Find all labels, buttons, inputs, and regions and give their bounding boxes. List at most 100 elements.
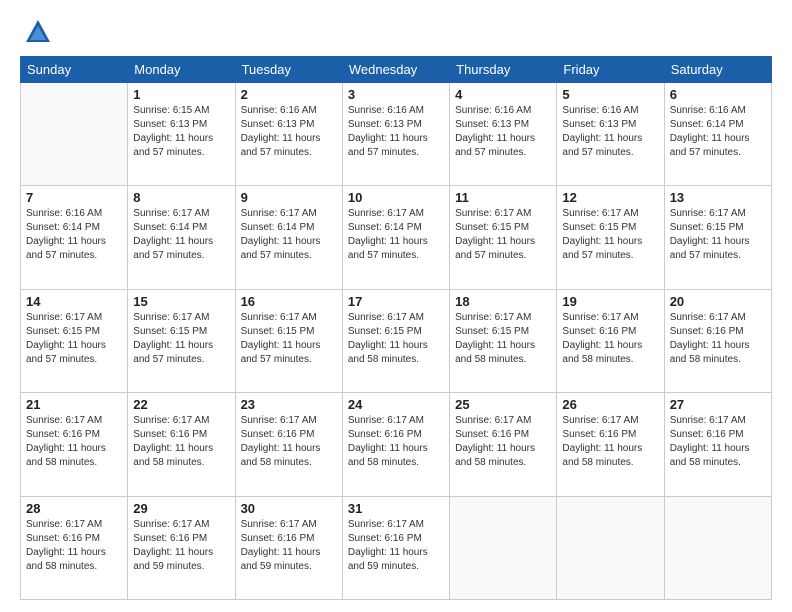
- day-info: Sunrise: 6:16 AMSunset: 6:13 PMDaylight:…: [241, 104, 337, 160]
- day-info: Sunrise: 6:17 AMSunset: 6:15 PMDaylight:…: [241, 311, 337, 367]
- day-info: Sunrise: 6:17 AMSunset: 6:15 PMDaylight:…: [455, 207, 551, 263]
- day-number: 27: [670, 397, 766, 412]
- day-number: 5: [562, 87, 658, 102]
- calendar-cell: 16 Sunrise: 6:17 AMSunset: 6:15 PMDayligh…: [235, 289, 342, 392]
- calendar-cell: 30 Sunrise: 6:17 AMSunset: 6:16 PMDayligh…: [235, 496, 342, 599]
- calendar-cell: 19Sunrise: 6:17 AMSunset: 6:16 PMDayligh…: [557, 289, 664, 392]
- calendar-cell: 1 Sunrise: 6:15 AMSunset: 6:13 PMDaylight…: [128, 83, 235, 186]
- day-info: Sunrise: 6:17 AMSunset: 6:16 PMDaylight:…: [670, 311, 766, 367]
- calendar-cell: 13 Sunrise: 6:17 AMSunset: 6:15 PMDayligh…: [664, 186, 771, 289]
- logo-icon: [24, 18, 52, 46]
- day-number: 31: [348, 501, 444, 516]
- day-info: Sunrise: 6:17 AMSunset: 6:16 PMDaylight:…: [348, 518, 444, 574]
- day-info: Sunrise: 6:17 AMSunset: 6:16 PMDaylight:…: [670, 414, 766, 470]
- day-number: 10: [348, 190, 444, 205]
- day-number: 29: [133, 501, 229, 516]
- weekday-header: Tuesday: [235, 57, 342, 83]
- day-info: Sunrise: 6:16 AMSunset: 6:14 PMDaylight:…: [670, 104, 766, 160]
- day-number: 20: [670, 294, 766, 309]
- day-number: 22: [133, 397, 229, 412]
- day-number: 14: [26, 294, 122, 309]
- day-number: 25: [455, 397, 551, 412]
- calendar-cell: 10 Sunrise: 6:17 AMSunset: 6:14 PMDayligh…: [342, 186, 449, 289]
- day-number: 11: [455, 190, 551, 205]
- week-row: 28 Sunrise: 6:17 AMSunset: 6:16 PMDayligh…: [21, 496, 772, 599]
- day-number: 8: [133, 190, 229, 205]
- day-info: Sunrise: 6:17 AMSunset: 6:15 PMDaylight:…: [562, 207, 658, 263]
- day-info: Sunrise: 6:16 AMSunset: 6:14 PMDaylight:…: [26, 207, 122, 263]
- day-info: Sunrise: 6:17 AMSunset: 6:16 PMDaylight:…: [241, 518, 337, 574]
- day-number: 3: [348, 87, 444, 102]
- weekday-header: Saturday: [664, 57, 771, 83]
- day-info: Sunrise: 6:16 AMSunset: 6:13 PMDaylight:…: [562, 104, 658, 160]
- day-number: 4: [455, 87, 551, 102]
- day-number: 13: [670, 190, 766, 205]
- calendar-cell: 15 Sunrise: 6:17 AMSunset: 6:15 PMDayligh…: [128, 289, 235, 392]
- calendar-cell: 27 Sunrise: 6:17 AMSunset: 6:16 PMDayligh…: [664, 393, 771, 496]
- day-number: 23: [241, 397, 337, 412]
- day-number: 7: [26, 190, 122, 205]
- calendar-cell: 3 Sunrise: 6:16 AMSunset: 6:13 PMDaylight…: [342, 83, 449, 186]
- calendar-cell: [21, 83, 128, 186]
- calendar-cell: 26Sunrise: 6:17 AMSunset: 6:16 PMDayligh…: [557, 393, 664, 496]
- week-row: 21Sunrise: 6:17 AMSunset: 6:16 PMDayligh…: [21, 393, 772, 496]
- calendar-cell: 28 Sunrise: 6:17 AMSunset: 6:16 PMDayligh…: [21, 496, 128, 599]
- day-info: Sunrise: 6:17 AMSunset: 6:16 PMDaylight:…: [26, 414, 122, 470]
- day-number: 24: [348, 397, 444, 412]
- weekday-header: Thursday: [450, 57, 557, 83]
- day-number: 16: [241, 294, 337, 309]
- weekday-header: Wednesday: [342, 57, 449, 83]
- day-info: Sunrise: 6:17 AMSunset: 6:14 PMDaylight:…: [348, 207, 444, 263]
- calendar-cell: 11 Sunrise: 6:17 AMSunset: 6:15 PMDayligh…: [450, 186, 557, 289]
- week-row: 14 Sunrise: 6:17 AMSunset: 6:15 PMDayligh…: [21, 289, 772, 392]
- weekday-header: Monday: [128, 57, 235, 83]
- calendar-cell: 21Sunrise: 6:17 AMSunset: 6:16 PMDayligh…: [21, 393, 128, 496]
- day-info: Sunrise: 6:17 AMSunset: 6:16 PMDaylight:…: [241, 414, 337, 470]
- day-info: Sunrise: 6:17 AMSunset: 6:15 PMDaylight:…: [670, 207, 766, 263]
- page: SundayMondayTuesdayWednesdayThursdayFrid…: [0, 0, 792, 612]
- day-info: Sunrise: 6:15 AMSunset: 6:13 PMDaylight:…: [133, 104, 229, 160]
- day-number: 6: [670, 87, 766, 102]
- week-row: 1 Sunrise: 6:15 AMSunset: 6:13 PMDaylight…: [21, 83, 772, 186]
- day-info: Sunrise: 6:17 AMSunset: 6:16 PMDaylight:…: [455, 414, 551, 470]
- calendar-cell: 25 Sunrise: 6:17 AMSunset: 6:16 PMDayligh…: [450, 393, 557, 496]
- day-info: Sunrise: 6:17 AMSunset: 6:14 PMDaylight:…: [241, 207, 337, 263]
- day-number: 2: [241, 87, 337, 102]
- day-info: Sunrise: 6:17 AMSunset: 6:16 PMDaylight:…: [133, 518, 229, 574]
- calendar-cell: 2 Sunrise: 6:16 AMSunset: 6:13 PMDaylight…: [235, 83, 342, 186]
- day-number: 19: [562, 294, 658, 309]
- calendar-cell: 7 Sunrise: 6:16 AMSunset: 6:14 PMDaylight…: [21, 186, 128, 289]
- day-number: 26: [562, 397, 658, 412]
- header: [20, 18, 772, 46]
- calendar-cell: 6 Sunrise: 6:16 AMSunset: 6:14 PMDaylight…: [664, 83, 771, 186]
- calendar-cell: 8 Sunrise: 6:17 AMSunset: 6:14 PMDaylight…: [128, 186, 235, 289]
- calendar-cell: 23 Sunrise: 6:17 AMSunset: 6:16 PMDayligh…: [235, 393, 342, 496]
- calendar-cell: 5 Sunrise: 6:16 AMSunset: 6:13 PMDaylight…: [557, 83, 664, 186]
- weekday-header: Friday: [557, 57, 664, 83]
- day-number: 17: [348, 294, 444, 309]
- day-info: Sunrise: 6:17 AMSunset: 6:14 PMDaylight:…: [133, 207, 229, 263]
- day-number: 28: [26, 501, 122, 516]
- day-info: Sunrise: 6:16 AMSunset: 6:13 PMDaylight:…: [348, 104, 444, 160]
- day-number: 30: [241, 501, 337, 516]
- day-info: Sunrise: 6:17 AMSunset: 6:15 PMDaylight:…: [133, 311, 229, 367]
- calendar-cell: 17Sunrise: 6:17 AMSunset: 6:15 PMDayligh…: [342, 289, 449, 392]
- day-number: 9: [241, 190, 337, 205]
- calendar-cell: 14 Sunrise: 6:17 AMSunset: 6:15 PMDayligh…: [21, 289, 128, 392]
- calendar-table: SundayMondayTuesdayWednesdayThursdayFrid…: [20, 56, 772, 600]
- day-info: Sunrise: 6:17 AMSunset: 6:15 PMDaylight:…: [455, 311, 551, 367]
- day-info: Sunrise: 6:16 AMSunset: 6:13 PMDaylight:…: [455, 104, 551, 160]
- calendar-cell: [450, 496, 557, 599]
- day-number: 15: [133, 294, 229, 309]
- day-info: Sunrise: 6:17 AMSunset: 6:16 PMDaylight:…: [348, 414, 444, 470]
- day-info: Sunrise: 6:17 AMSunset: 6:16 PMDaylight:…: [26, 518, 122, 574]
- weekday-header: Sunday: [21, 57, 128, 83]
- calendar-cell: 20 Sunrise: 6:17 AMSunset: 6:16 PMDayligh…: [664, 289, 771, 392]
- calendar-cell: [664, 496, 771, 599]
- day-info: Sunrise: 6:17 AMSunset: 6:15 PMDaylight:…: [26, 311, 122, 367]
- calendar-cell: 12Sunrise: 6:17 AMSunset: 6:15 PMDayligh…: [557, 186, 664, 289]
- week-row: 7 Sunrise: 6:16 AMSunset: 6:14 PMDaylight…: [21, 186, 772, 289]
- day-number: 18: [455, 294, 551, 309]
- calendar-cell: [557, 496, 664, 599]
- day-number: 1: [133, 87, 229, 102]
